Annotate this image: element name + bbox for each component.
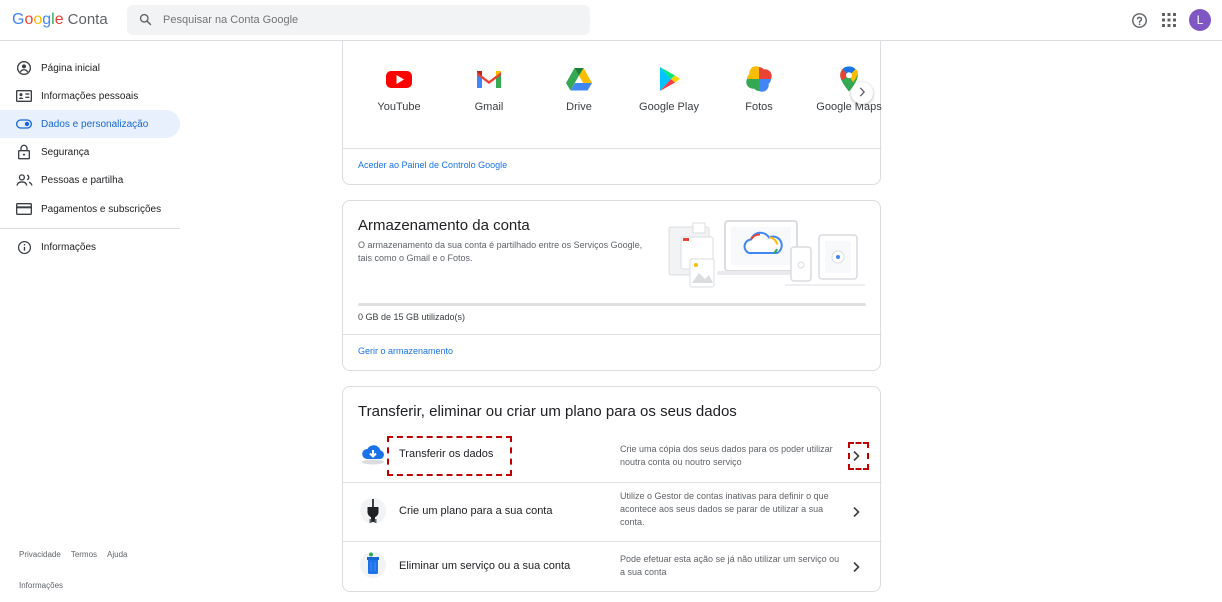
sidebar-item-about[interactable]: Informações: [0, 233, 180, 261]
app-photos[interactable]: Fotos: [714, 65, 804, 113]
chevron-right-icon[interactable]: [851, 560, 865, 574]
logo-letter: G: [12, 11, 25, 28]
help-link[interactable]: Ajuda: [107, 550, 127, 559]
sidebar-item-data-privacy[interactable]: Dados e personalização: [0, 110, 180, 138]
app-google-maps[interactable]: Google Maps: [804, 65, 894, 113]
storage-title: Armazenamento da conta: [358, 217, 530, 234]
apps-scroll-right-button[interactable]: [851, 82, 873, 104]
logo-letter: o: [33, 11, 43, 28]
gmail-icon: [475, 65, 503, 93]
apps-grid-icon[interactable]: [1162, 13, 1176, 32]
cloud-download-icon: [359, 439, 387, 467]
chevron-right-icon: [858, 84, 866, 102]
highlight-box: [387, 436, 512, 476]
app-label: Gmail: [474, 101, 504, 113]
card-divider: [343, 334, 882, 335]
inactive-plan-row[interactable]: Crie um plano para a sua conta Utilize o…: [343, 483, 882, 541]
storage-description: O armazenamento da sua conta é partilhad…: [358, 240, 643, 263]
app-label: Fotos: [745, 101, 773, 113]
privacy-link[interactable]: Privacidade: [19, 550, 61, 559]
app-label: Google Play: [639, 101, 699, 113]
app-label: Drive: [566, 101, 592, 113]
info-icon: [15, 238, 33, 256]
toggle-icon: [15, 115, 33, 133]
id-card-icon: [15, 87, 33, 105]
data-card-title: Transferir, eliminar ou criar um plano p…: [358, 403, 737, 420]
google-account-logo[interactable]: Google Conta: [12, 11, 108, 29]
people-icon: [15, 171, 33, 189]
footer-info-link[interactable]: Informações: [19, 581, 63, 590]
logo-letter: e: [54, 11, 64, 28]
sidebar-item-label: Dados e personalização: [41, 118, 149, 130]
product-name: Conta: [67, 11, 108, 28]
photos-icon: [745, 65, 773, 93]
storage-devices-illustration: [665, 215, 865, 298]
sidebar-item-label: Segurança: [41, 146, 90, 158]
lock-icon: [15, 143, 33, 161]
home-icon: [15, 59, 33, 77]
drive-icon: [565, 65, 593, 93]
storage-card: Armazenamento da conta O armazenamento d…: [342, 200, 882, 371]
app-youtube[interactable]: YouTube: [354, 65, 444, 113]
inactive-plan-description: Utilize o Gestor de contas inativas para…: [620, 491, 829, 527]
app-gmail[interactable]: Gmail: [444, 65, 534, 113]
sidebar-divider: [0, 228, 180, 229]
sidebar-item-payments[interactable]: Pagamentos e subscrições: [0, 195, 180, 223]
search-box[interactable]: [127, 5, 590, 35]
chevron-right-icon[interactable]: [851, 505, 865, 519]
app-label: Google Maps: [816, 101, 882, 113]
sidebar-item-home[interactable]: Página inicial: [0, 54, 180, 82]
help-icon[interactable]: [1131, 12, 1148, 34]
apps-card: YouTube Gmail Drive Google Play Fotos Go…: [342, 31, 882, 185]
app-drive[interactable]: Drive: [534, 65, 624, 113]
sidebar: Página inicial Informações pessoais Dado…: [0, 41, 180, 602]
highlight-box: [848, 442, 869, 470]
manage-storage-link[interactable]: Gerir o armazenamento: [358, 346, 453, 356]
search-input[interactable]: [163, 5, 573, 35]
sidebar-item-label: Página inicial: [41, 62, 100, 74]
trash-icon: [359, 551, 387, 579]
storage-usage-bar: [358, 303, 866, 306]
terms-link[interactable]: Termos: [71, 550, 97, 559]
inactive-plan-label: Crie um plano para a sua conta: [399, 505, 553, 517]
sidebar-item-personal-info[interactable]: Informações pessoais: [0, 82, 180, 110]
sidebar-item-label: Pessoas e partilha: [41, 174, 124, 186]
google-play-icon: [655, 65, 683, 93]
dashboard-link[interactable]: Aceder ao Painel de Controlo Google: [358, 160, 507, 170]
sidebar-item-label: Informações pessoais: [41, 90, 139, 102]
avatar[interactable]: L: [1189, 9, 1211, 31]
delete-service-description: Pode efetuar esta ação se já não utiliza…: [620, 554, 840, 577]
card-divider: [343, 148, 882, 149]
sidebar-item-label: Informações: [41, 241, 97, 253]
data-card: Transferir, eliminar ou criar um plano p…: [342, 386, 882, 592]
search-icon[interactable]: [138, 12, 153, 32]
delete-service-label: Eliminar um serviço ou a sua conta: [399, 560, 571, 572]
sidebar-item-security[interactable]: Segurança: [0, 138, 180, 166]
youtube-icon: [385, 65, 413, 93]
app-label: YouTube: [377, 101, 421, 113]
sidebar-item-label: Pagamentos e subscrições: [41, 203, 162, 215]
card-icon: [15, 200, 33, 218]
footer-links: Privacidade Termos Ajuda: [19, 550, 128, 559]
sidebar-item-people-sharing[interactable]: Pessoas e partilha: [0, 166, 180, 194]
download-data-description: Crie uma cópia dos seus dados para os po…: [620, 444, 833, 467]
delete-service-row[interactable]: Eliminar um serviço ou a sua conta Pode …: [343, 542, 882, 592]
app-google-play[interactable]: Google Play: [624, 65, 714, 113]
plug-icon: [359, 497, 387, 525]
logo-letter: g: [42, 11, 52, 28]
top-bar: GoogleConta L: [0, 0, 1222, 41]
storage-usage-text: 0 GB de 15 GB utilizado(s): [358, 312, 466, 322]
apps-row: YouTube Gmail Drive Google Play Fotos Go…: [343, 65, 882, 125]
